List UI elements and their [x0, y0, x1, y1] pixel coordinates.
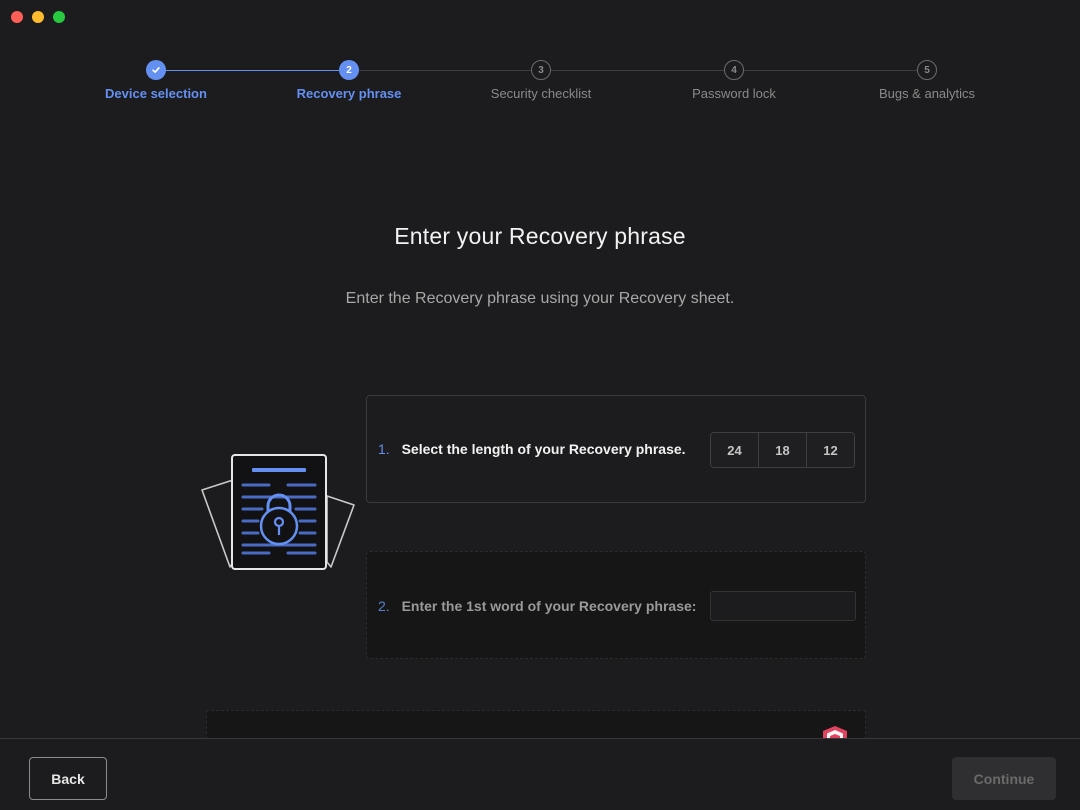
- back-button[interactable]: Back: [29, 757, 107, 800]
- phrase-length-card: 1. Select the length of your Recovery ph…: [366, 395, 866, 503]
- step-1-circle: [146, 60, 166, 80]
- step-2-circle: 2: [339, 60, 359, 80]
- step-recovery-phrase: 2 Recovery phrase: [269, 60, 429, 101]
- app-window: Device selection 2 Recovery phrase 3 Sec…: [0, 0, 1080, 810]
- first-word-card: 2. Enter the 1st word of your Recovery p…: [366, 551, 866, 659]
- continue-button[interactable]: Continue: [952, 757, 1056, 800]
- first-word-row: 2. Enter the 1st word of your Recovery p…: [378, 598, 696, 614]
- step-number: 1.: [378, 441, 390, 457]
- check-icon: [152, 67, 160, 73]
- step-1-label: Device selection: [105, 86, 207, 101]
- page-subtitle: Enter the Recovery phrase using your Rec…: [345, 290, 735, 307]
- minimize-window-button[interactable]: [32, 11, 44, 23]
- window-controls: [11, 11, 65, 23]
- page-title: Enter your Recovery phrase: [394, 223, 686, 249]
- stepper-remaining-line: [359, 70, 918, 71]
- recovery-sheet-lock-icon: [201, 454, 355, 570]
- step-password-lock: 4 Password lock: [654, 60, 814, 101]
- first-word-label: Enter the 1st word of your Recovery phra…: [401, 598, 697, 614]
- step-bugs-analytics: 5 Bugs & analytics: [847, 60, 1007, 101]
- length-12-button[interactable]: 12: [807, 433, 854, 467]
- first-word-input[interactable]: [710, 591, 856, 621]
- footer-bar: Back Continue: [0, 738, 1080, 810]
- phrase-length-selector: 24 18 12: [710, 432, 855, 468]
- step-2-label: Recovery phrase: [296, 86, 402, 101]
- phrase-length-row: 1. Select the length of your Recovery ph…: [378, 441, 686, 457]
- length-24-button[interactable]: 24: [711, 433, 759, 467]
- step-device-selection: Device selection: [76, 60, 236, 101]
- step-3-circle: 3: [531, 60, 551, 80]
- step-security-checklist: 3 Security checklist: [461, 60, 621, 101]
- step-number: 2.: [378, 598, 390, 614]
- onboarding-stepper: Device selection 2 Recovery phrase 3 Sec…: [0, 60, 1080, 110]
- close-window-button[interactable]: [11, 11, 23, 23]
- step-3-label: Security checklist: [490, 86, 592, 101]
- step-4-circle: 4: [724, 60, 744, 80]
- step-5-label: Bugs & analytics: [878, 86, 976, 101]
- phrase-length-label: Select the length of your Recovery phras…: [401, 441, 686, 457]
- step-5-circle: 5: [917, 60, 937, 80]
- zoom-window-button[interactable]: [53, 11, 65, 23]
- length-18-button[interactable]: 18: [759, 433, 807, 467]
- step-4-label: Password lock: [692, 86, 776, 101]
